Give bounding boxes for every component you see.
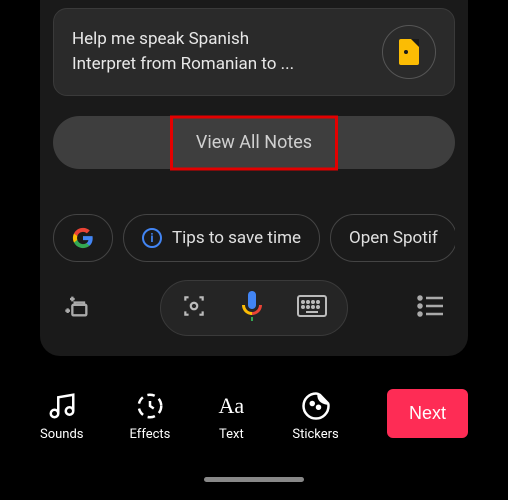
suggestion-line2: Interpret from Romanian to ... bbox=[72, 52, 294, 78]
effects-icon bbox=[135, 391, 165, 421]
mic-button[interactable] bbox=[239, 291, 265, 325]
stickers-tool[interactable]: Stickers bbox=[292, 391, 338, 442]
music-note-icon bbox=[47, 391, 77, 421]
tips-chip[interactable]: i Tips to save time bbox=[123, 214, 320, 262]
keyboard-icon[interactable] bbox=[297, 295, 327, 321]
effects-tool[interactable]: Effects bbox=[130, 391, 171, 442]
info-icon: i bbox=[142, 228, 162, 248]
assistant-input-bar bbox=[53, 280, 455, 336]
suggestion-text: Help me speak Spanish Interpret from Rom… bbox=[72, 27, 294, 78]
sounds-label: Sounds bbox=[40, 427, 84, 442]
home-indicator[interactable] bbox=[204, 477, 304, 482]
google-logo-icon bbox=[72, 227, 94, 249]
keep-note-button[interactable] bbox=[382, 25, 436, 79]
assistant-overlay: Help me speak Spanish Interpret from Rom… bbox=[40, 0, 468, 356]
suggestion-chip-row: i Tips to save time Open Spotif bbox=[53, 214, 455, 262]
stickers-label: Stickers bbox=[292, 427, 338, 442]
sticker-icon bbox=[301, 391, 331, 421]
sparkle-icon[interactable] bbox=[63, 292, 91, 324]
input-mode-pill bbox=[160, 280, 348, 336]
highlight-annotation bbox=[170, 115, 338, 170]
suggestion-line1: Help me speak Spanish bbox=[72, 27, 294, 53]
text-label: Text bbox=[219, 427, 244, 442]
menu-list-icon[interactable] bbox=[417, 295, 445, 321]
sounds-tool[interactable]: Sounds bbox=[40, 391, 84, 442]
suggestion-card[interactable]: Help me speak Spanish Interpret from Rom… bbox=[53, 8, 455, 96]
tips-chip-label: Tips to save time bbox=[172, 228, 301, 248]
next-button[interactable]: Next bbox=[387, 389, 468, 438]
effects-label: Effects bbox=[130, 427, 171, 442]
keep-icon bbox=[399, 39, 419, 65]
lens-icon[interactable] bbox=[181, 293, 207, 323]
next-label: Next bbox=[409, 403, 446, 423]
spotify-chip[interactable]: Open Spotif bbox=[330, 214, 455, 262]
text-aa-icon: Aa bbox=[216, 391, 246, 421]
google-chip[interactable] bbox=[53, 214, 113, 262]
text-tool[interactable]: Aa Text bbox=[216, 391, 246, 442]
spotify-chip-label: Open Spotif bbox=[349, 228, 438, 248]
view-all-notes-button[interactable]: View All Notes bbox=[53, 116, 455, 169]
